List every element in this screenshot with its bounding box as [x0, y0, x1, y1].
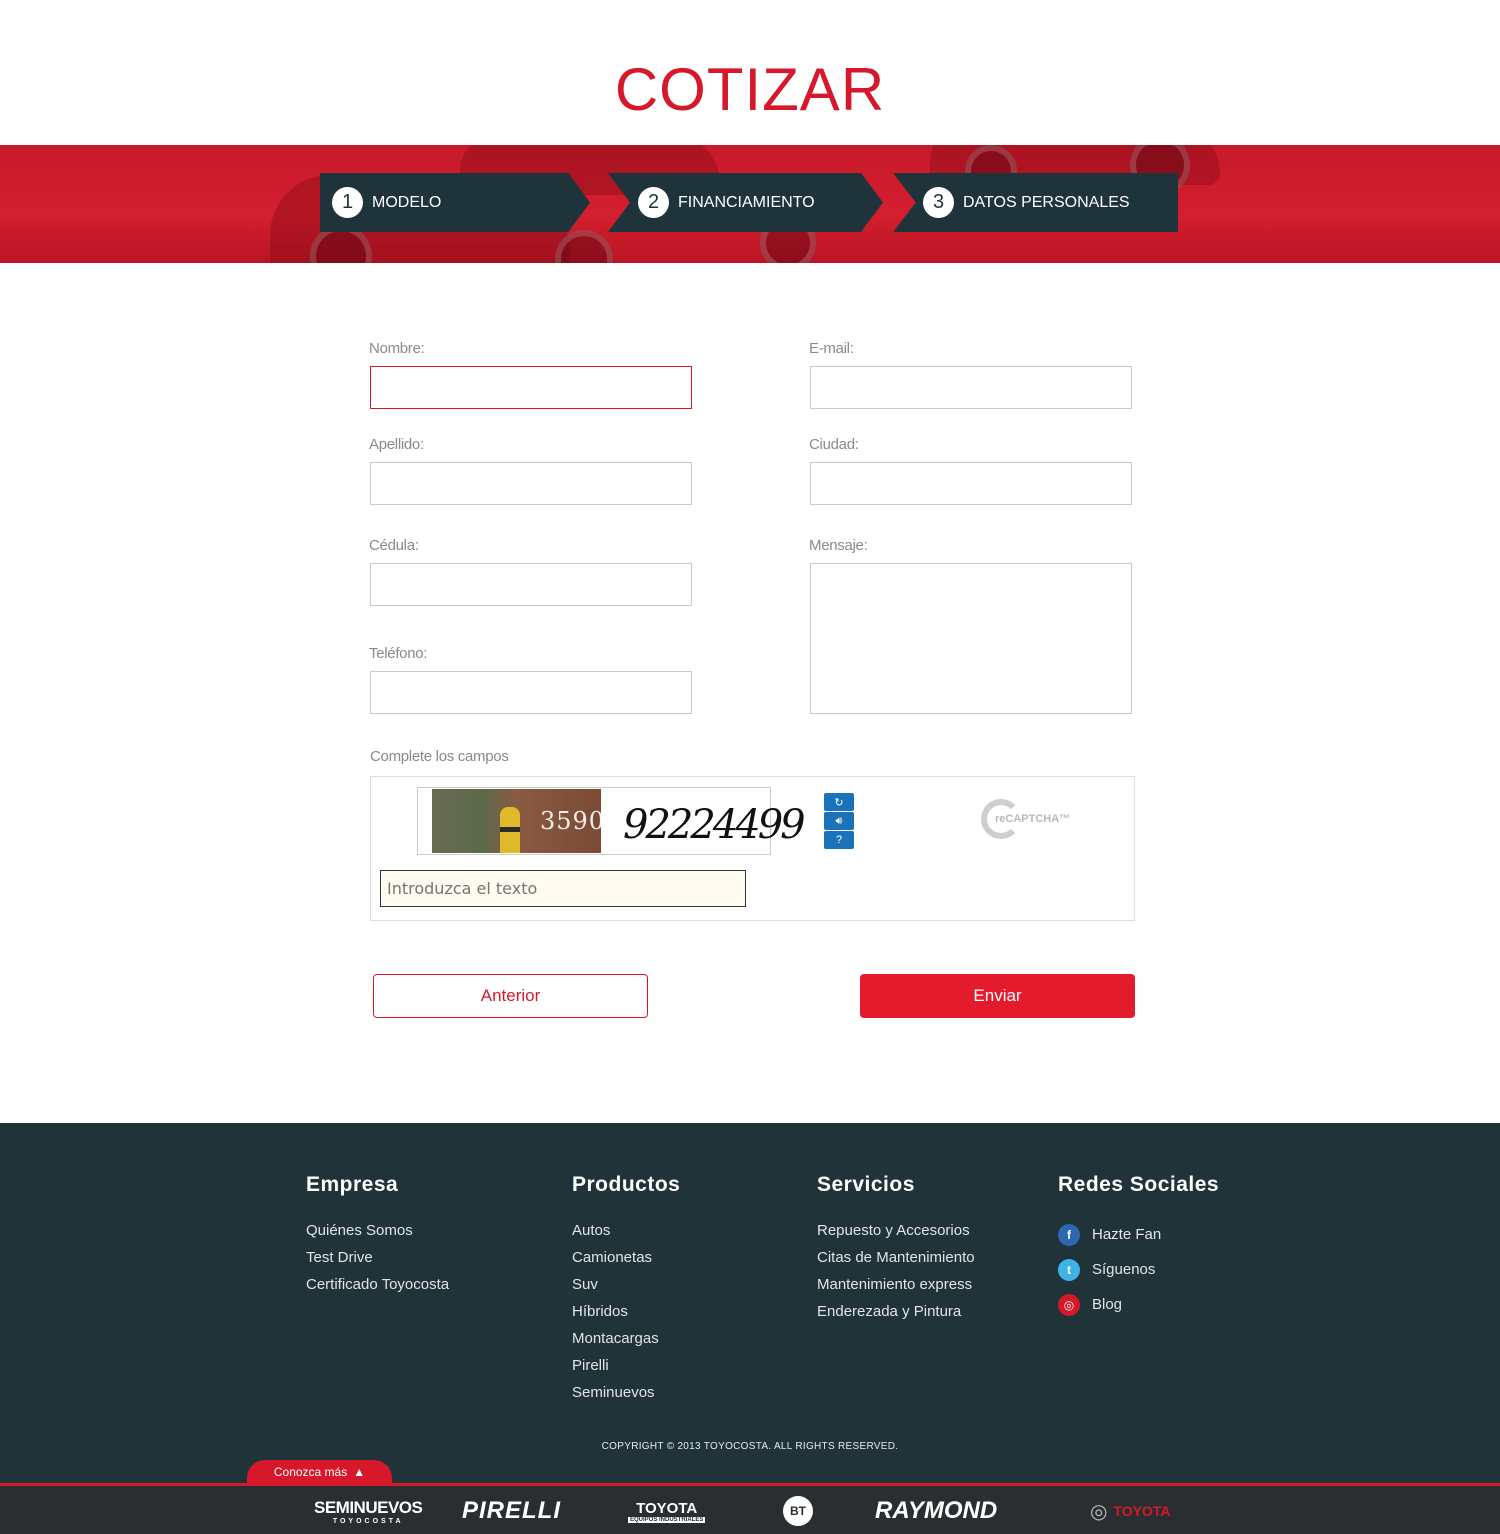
- captcha-word: 92224499: [623, 802, 806, 848]
- step-datos-personales[interactable]: 3 DATOS PERSONALES: [893, 173, 1178, 232]
- footer-link-mantenimiento-express[interactable]: Mantenimiento express: [817, 1271, 975, 1298]
- social-label: Blog: [1092, 1296, 1123, 1313]
- social-facebook[interactable]: f Hazte Fan: [1058, 1217, 1219, 1252]
- footer-link-hibridos[interactable]: Híbridos: [572, 1298, 680, 1325]
- footer-link-camionetas[interactable]: Camionetas: [572, 1244, 680, 1271]
- telefono-input[interactable]: [370, 671, 692, 714]
- conozca-mas-label: Conozca más: [273, 1465, 348, 1479]
- footer: Empresa Quiénes Somos Test Drive Certifi…: [0, 1123, 1500, 1534]
- footer-heading: Productos: [572, 1173, 681, 1196]
- captcha-photo-number: 3590: [540, 807, 601, 835]
- ciudad-label: Ciudad:: [809, 436, 859, 453]
- ciudad-input[interactable]: [810, 462, 1132, 505]
- nombre-label: Nombre:: [369, 340, 425, 357]
- footer-link-montacargas[interactable]: Montacargas: [572, 1325, 680, 1352]
- anterior-button[interactable]: Anterior: [373, 974, 648, 1018]
- toyota-logo[interactable]: ◎ TOYOTA: [1090, 1494, 1171, 1528]
- steps-banner: 1 MODELO 2 FINANCIAMIENTO 3 DATOS PERSON…: [0, 145, 1500, 263]
- cedula-label: Cédula:: [369, 537, 419, 554]
- refresh-icon[interactable]: ↻: [824, 793, 854, 811]
- cedula-input[interactable]: [370, 563, 692, 606]
- social-twitter[interactable]: t Síguenos: [1058, 1252, 1219, 1287]
- captcha-widget: 3590 92224499 ↻ 🔊︎ ? reCAPTCHA™: [370, 776, 1135, 921]
- mensaje-label: Mensaje:: [809, 537, 868, 554]
- footer-heading: Empresa: [306, 1173, 399, 1196]
- copyright: COPYRIGHT © 2013 TOYOCOSTA. ALL RIGHTS R…: [601, 1441, 899, 1452]
- footer-link-citas[interactable]: Citas de Mantenimiento: [817, 1244, 975, 1271]
- bt-logo[interactable]: BT: [783, 1496, 813, 1526]
- toyota-emblem-icon: ◎: [1090, 1500, 1108, 1523]
- apellido-input[interactable]: [370, 462, 692, 505]
- audio-icon[interactable]: 🔊︎: [824, 812, 854, 830]
- complete-note: Complete los campos: [370, 748, 509, 765]
- footer-link-autos[interactable]: Autos: [572, 1217, 680, 1244]
- footer-link-certificado[interactable]: Certificado Toyocosta: [306, 1271, 449, 1298]
- brand-bar: SEMINUEVOS TOYOCOSTA PIRELLI TOYOTA EQUI…: [0, 1483, 1500, 1534]
- footer-link-quienes-somos[interactable]: Quiénes Somos: [306, 1217, 449, 1244]
- step-label: FINANCIAMIENTO: [678, 193, 815, 211]
- toyota-blog-icon: ◎: [1058, 1293, 1080, 1316]
- footer-heading: Redes Sociales: [1058, 1173, 1220, 1196]
- footer-link-repuestos[interactable]: Repuesto y Accesorios: [817, 1217, 975, 1244]
- caret-up-icon: ▲: [353, 1465, 366, 1479]
- footer-heading: Servicios: [817, 1173, 915, 1196]
- footer-productos: Productos Autos Camionetas Suv Híbridos …: [572, 1173, 680, 1406]
- help-icon[interactable]: ?: [824, 831, 854, 849]
- step-number: 1: [332, 187, 363, 218]
- conozca-mas-tab[interactable]: Conozca más ▲: [247, 1460, 392, 1484]
- social-label: Síguenos: [1092, 1261, 1156, 1278]
- captcha-tools: ↻ 🔊︎ ?: [824, 793, 854, 850]
- step-label: MODELO: [372, 193, 442, 211]
- email-label: E-mail:: [809, 340, 854, 357]
- footer-link-pirelli[interactable]: Pirelli: [572, 1352, 680, 1379]
- raymond-logo[interactable]: RAYMOND: [875, 1494, 997, 1528]
- email-input[interactable]: [810, 366, 1132, 409]
- recaptcha-logo-text: reCAPTCHA™: [995, 813, 1071, 825]
- social-label: Hazte Fan: [1092, 1226, 1162, 1243]
- twitter-icon: t: [1058, 1258, 1080, 1281]
- footer-link-enderezada[interactable]: Enderezada y Pintura: [817, 1298, 975, 1325]
- page-title: COTIZAR: [614, 56, 886, 123]
- enviar-button[interactable]: Enviar: [860, 974, 1135, 1018]
- facebook-icon: f: [1058, 1223, 1080, 1246]
- social-blog[interactable]: ◎ Blog: [1058, 1287, 1219, 1322]
- captcha-photo: 3590: [432, 789, 601, 853]
- step-number: 3: [923, 187, 954, 218]
- step-modelo[interactable]: 1 MODELO: [320, 173, 590, 232]
- footer-link-test-drive[interactable]: Test Drive: [306, 1244, 449, 1271]
- toyota-equipos-logo[interactable]: TOYOTA EQUIPOS INDUSTRIALES: [628, 1494, 706, 1528]
- captcha-image: 3590 92224499: [417, 787, 806, 855]
- recaptcha-logo: reCAPTCHA™: [981, 797, 1071, 845]
- step-number: 2: [638, 187, 669, 218]
- step-financiamiento[interactable]: 2 FINANCIAMIENTO: [608, 173, 883, 232]
- seminuevos-logo[interactable]: SEMINUEVOS TOYOCOSTA: [314, 1494, 423, 1528]
- footer-link-seminuevos[interactable]: Seminuevos: [572, 1379, 680, 1406]
- telefono-label: Teléfono:: [369, 645, 428, 662]
- captcha-input[interactable]: [380, 870, 746, 907]
- apellido-label: Apellido:: [369, 436, 424, 453]
- mensaje-textarea[interactable]: [810, 563, 1132, 714]
- step-label: DATOS PERSONALES: [963, 193, 1130, 211]
- pirelli-logo[interactable]: PIRELLI: [462, 1494, 561, 1528]
- footer-servicios: Servicios Repuesto y Accesorios Citas de…: [817, 1173, 975, 1325]
- footer-redes: Redes Sociales f Hazte Fan t Síguenos ◎ …: [1058, 1173, 1219, 1322]
- footer-link-suv[interactable]: Suv: [572, 1271, 680, 1298]
- footer-empresa: Empresa Quiénes Somos Test Drive Certifi…: [306, 1173, 449, 1298]
- nombre-input[interactable]: [370, 366, 692, 409]
